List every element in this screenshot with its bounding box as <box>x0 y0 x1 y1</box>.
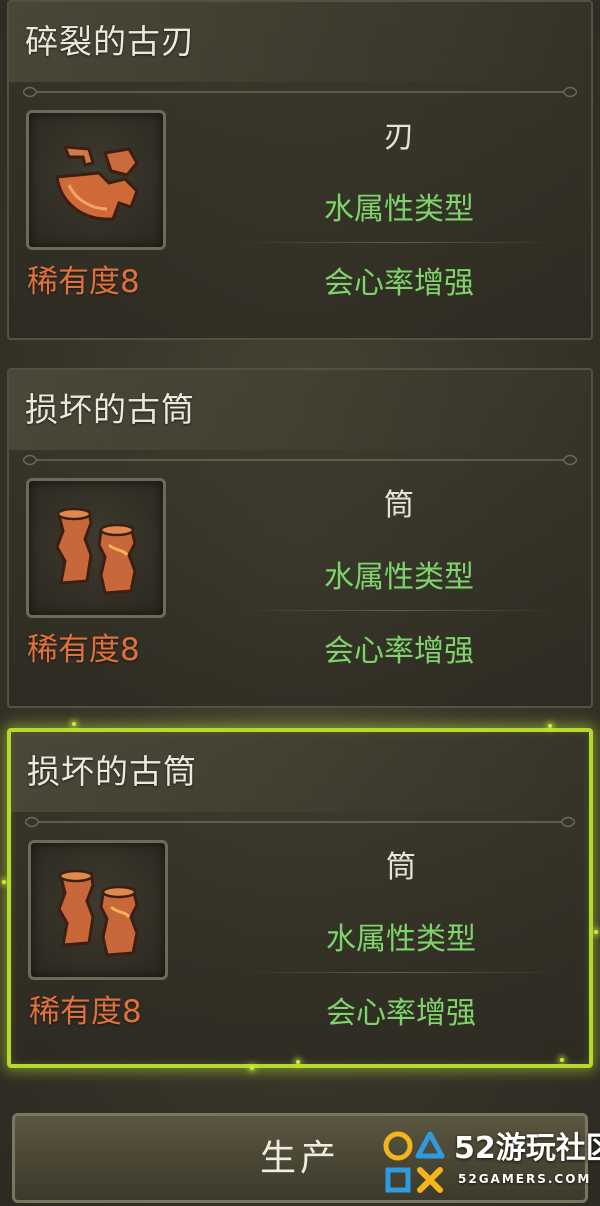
ornamental-divider <box>25 816 575 828</box>
selection-sparkle <box>2 880 6 884</box>
part-type: 刃 <box>384 120 414 155</box>
selection-sparkle <box>548 724 552 728</box>
broken-cylinder-icon <box>57 869 139 957</box>
item-card[interactable]: 损坏的古筒 稀有度8 筒 水属性类型 会心率增强 <box>7 368 593 708</box>
element-type: 水属性类型 <box>326 922 476 957</box>
item-card[interactable]: 碎裂的古刃 稀有度8 刃 水属性类型 会心率增强 <box>7 0 593 340</box>
selection-sparkle <box>560 1058 564 1062</box>
skill-bonus: 会心率增强 <box>326 996 476 1031</box>
watermark-brand: 52游玩社区 <box>454 1131 600 1166</box>
broken-cylinder-icon <box>55 507 137 595</box>
watermark-url: 52GAMERS.COM <box>458 1172 592 1186</box>
item-name: 损坏的古筒 <box>25 390 195 429</box>
element-type: 水属性类型 <box>324 192 474 227</box>
item-icon-frame <box>26 110 166 250</box>
selection-sparkle <box>250 1066 254 1070</box>
info-divider <box>241 972 561 973</box>
part-type: 筒 <box>386 850 416 885</box>
part-type: 筒 <box>384 488 414 523</box>
gamepad-buttons-logo-icon <box>383 1131 445 1193</box>
item-icon-frame <box>26 478 166 618</box>
item-name: 碎裂的古刃 <box>25 22 195 61</box>
info-divider <box>239 242 559 243</box>
rarity-label: 稀有度8 <box>29 994 142 1030</box>
ornamental-divider <box>23 86 577 98</box>
selection-sparkle <box>296 1060 300 1064</box>
rarity-label: 稀有度8 <box>27 632 140 668</box>
item-card-selected[interactable]: 损坏的古筒 稀有度8 筒 水属性类型 会心率增强 <box>7 728 593 1068</box>
selection-sparkle <box>594 930 598 934</box>
item-icon-frame <box>28 840 168 980</box>
element-type: 水属性类型 <box>324 560 474 595</box>
item-name: 损坏的古筒 <box>27 752 197 791</box>
skill-bonus: 会心率增强 <box>324 266 474 301</box>
info-divider <box>239 610 559 611</box>
ornamental-divider <box>23 454 577 466</box>
site-watermark: 52游玩社区 52GAMERS.COM <box>380 1126 600 1206</box>
selection-sparkle <box>72 722 76 726</box>
skill-bonus: 会心率增强 <box>324 634 474 669</box>
rarity-label: 稀有度8 <box>27 264 140 300</box>
broken-blade-icon <box>55 145 139 221</box>
